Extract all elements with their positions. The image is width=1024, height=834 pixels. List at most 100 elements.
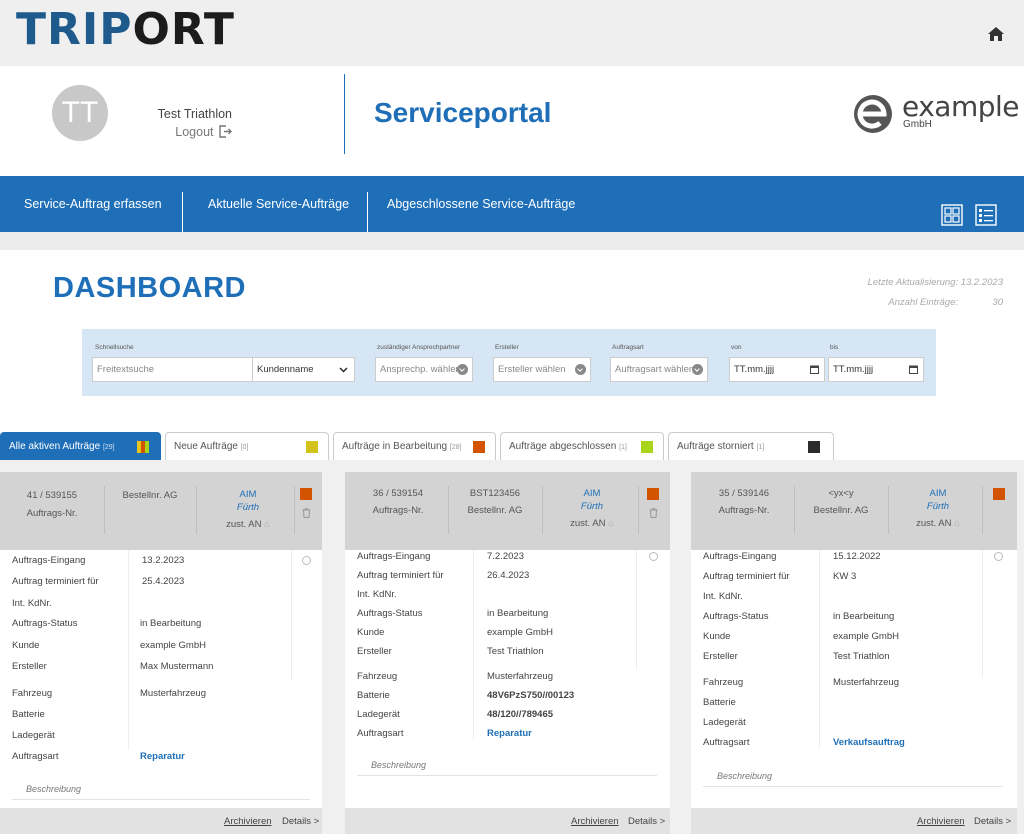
aim-location: Fürth xyxy=(580,501,604,512)
main-nav: Service-Auftrag erfassen Aktuelle Servic… xyxy=(0,176,1024,232)
contact-label: zuständiger Ansprechpartner xyxy=(377,344,461,351)
aim-label: AIM xyxy=(583,488,601,499)
po-number-value: <ух<у xyxy=(828,488,854,499)
po-number: Bestellnr. AG xyxy=(108,490,192,501)
tab-label: Aufträge in Bearbeitung xyxy=(342,441,448,452)
logout-icon xyxy=(219,125,232,138)
column-divider xyxy=(291,550,292,680)
nav-separator xyxy=(367,192,368,232)
date-from-input[interactable]: TT.mm.jjjj xyxy=(729,357,825,382)
username: Test Triathlon xyxy=(157,107,232,121)
header-separator xyxy=(982,486,983,534)
card-footer: Archivieren Details > xyxy=(0,808,322,834)
list-view-icon[interactable] xyxy=(975,204,997,226)
card-header: 36 / 539154 Auftrags-Nr. BST123456 Beste… xyxy=(345,472,670,550)
tab-label: Neue Aufträge xyxy=(174,441,238,452)
card-header: 35 / 539146 Auftrags-Nr. <ух<у Bestellnr… xyxy=(691,472,1017,550)
tab-cancelled[interactable]: Aufträge storniert [1] xyxy=(668,432,834,460)
quicksearch-input[interactable]: Freitextsuche xyxy=(92,357,253,382)
aim-label: AIM xyxy=(239,489,257,500)
nav-current-orders[interactable]: Aktuelle Service-Aufträge xyxy=(208,197,349,211)
trash-icon[interactable] xyxy=(302,508,311,518)
date-from-value: TT.mm.jjjj xyxy=(734,364,775,375)
header-separator xyxy=(104,486,105,534)
po-number-label: Bestellnr. AG xyxy=(122,490,178,501)
quicksearch-label: Schnellsuche xyxy=(95,344,134,351)
tab-count: [29] xyxy=(102,444,115,451)
tab-label: Aufträge storniert xyxy=(677,441,754,452)
filter-panel: Schnellsuche Freitextsuche Kundenname zu… xyxy=(82,329,936,396)
tab-all-active[interactable]: Alle aktiven Aufträge [29] xyxy=(0,432,161,460)
archive-link[interactable]: Archivieren xyxy=(917,816,965,827)
entries-value: 30 xyxy=(992,297,1003,308)
description-divider xyxy=(703,786,1003,787)
nav-closed-orders[interactable]: Abgeschlossene Service-Aufträge xyxy=(387,197,575,211)
order-card: 35 / 539146 Auftrags-Nr. <ух<у Bestellnr… xyxy=(691,472,1017,834)
archive-link[interactable]: Archivieren xyxy=(224,816,272,827)
clock-icon xyxy=(302,556,311,565)
home-icon: ⌂ xyxy=(954,518,960,529)
entries-label: Anzahl Einträge: xyxy=(888,297,958,308)
card-footer: Archivieren Details > xyxy=(691,808,1017,834)
trash-icon[interactable] xyxy=(649,508,658,518)
order-type-label: Auftragsart xyxy=(612,344,644,351)
tab-new[interactable]: Neue Aufträge [0] xyxy=(165,432,329,460)
tab-label: Alle aktiven Aufträge xyxy=(9,441,101,452)
details-link[interactable]: Details > xyxy=(282,816,319,827)
top-bar: TRIPORT xyxy=(0,0,1024,66)
po-number-value: BST123456 xyxy=(469,488,521,499)
logo-text-o: O xyxy=(132,4,171,55)
nav-create-order[interactable]: Service-Auftrag erfassen xyxy=(24,197,162,211)
details-link[interactable]: Details > xyxy=(974,816,1011,827)
chevron-down-icon xyxy=(457,364,468,375)
search-field-value: Kundenname xyxy=(257,364,314,375)
status-swatch xyxy=(641,441,653,453)
tab-completed[interactable]: Aufträge abgeschlossen [1] xyxy=(500,432,664,460)
calendar-icon[interactable] xyxy=(909,365,918,374)
aim-location: Fürth xyxy=(236,502,260,513)
description-label: Beschreibung xyxy=(26,784,82,794)
order-number-value: 41 / 539155 xyxy=(26,490,78,501)
column-divider xyxy=(128,550,129,750)
triport-logo[interactable]: TRIPORT xyxy=(16,8,235,52)
partner-logo: example GmbH xyxy=(850,90,1020,136)
po-number: <ух<у Bestellnr. AG xyxy=(798,488,884,516)
order-number: 35 / 539146 Auftrags-Nr. xyxy=(702,488,786,516)
home-icon: ⌂ xyxy=(264,519,270,530)
header-separator xyxy=(448,486,449,534)
logout-link[interactable]: Logout xyxy=(140,125,232,139)
grid-view-icon[interactable] xyxy=(941,204,963,226)
clock-icon xyxy=(994,552,1003,561)
home-icon: ⌂ xyxy=(608,518,614,529)
tab-count: [0] xyxy=(240,444,249,451)
tab-count: [28] xyxy=(449,444,462,451)
aim-label: AIM xyxy=(929,488,947,499)
order-number-value: 36 / 539154 xyxy=(372,488,424,499)
creator-select-value: Ersteller wählen xyxy=(498,364,566,375)
calendar-icon[interactable] xyxy=(810,365,819,374)
status-swatch xyxy=(473,441,485,453)
order-type-select[interactable]: Auftragsart wählen xyxy=(610,357,708,382)
assignee-info: AIM Fürth zust. AN ⌂ xyxy=(892,488,984,529)
date-to-value: TT.mm.jjjj xyxy=(833,364,874,375)
clock-icon xyxy=(649,552,658,561)
card-footer: Archivieren Details > xyxy=(345,808,670,834)
details-link[interactable]: Details > xyxy=(628,816,665,827)
tab-in-progress[interactable]: Aufträge in Bearbeitung [28] xyxy=(333,432,496,460)
column-divider xyxy=(636,550,637,670)
search-field-select[interactable]: Kundenname xyxy=(252,357,355,382)
header-divider xyxy=(344,74,345,154)
order-card: 41 / 539155 Auftrags-Nr. Bestellnr. AG A… xyxy=(0,472,322,834)
order-number: 36 / 539154 Auftrags-Nr. xyxy=(356,488,440,516)
contact-select[interactable]: Ansprechp. wählen xyxy=(375,357,473,382)
description-divider xyxy=(12,799,310,800)
order-card: 36 / 539154 Auftrags-Nr. BST123456 Beste… xyxy=(345,472,670,834)
chevron-down-icon xyxy=(692,364,703,375)
home-icon[interactable] xyxy=(988,27,1004,41)
date-to-input[interactable]: TT.mm.jjjj xyxy=(828,357,924,382)
portal-title: Serviceportal xyxy=(374,97,552,128)
creator-select[interactable]: Ersteller wählen xyxy=(493,357,591,382)
column-divider xyxy=(473,550,474,740)
assignee-label: zust. AN xyxy=(916,518,952,529)
archive-link[interactable]: Archivieren xyxy=(571,816,619,827)
